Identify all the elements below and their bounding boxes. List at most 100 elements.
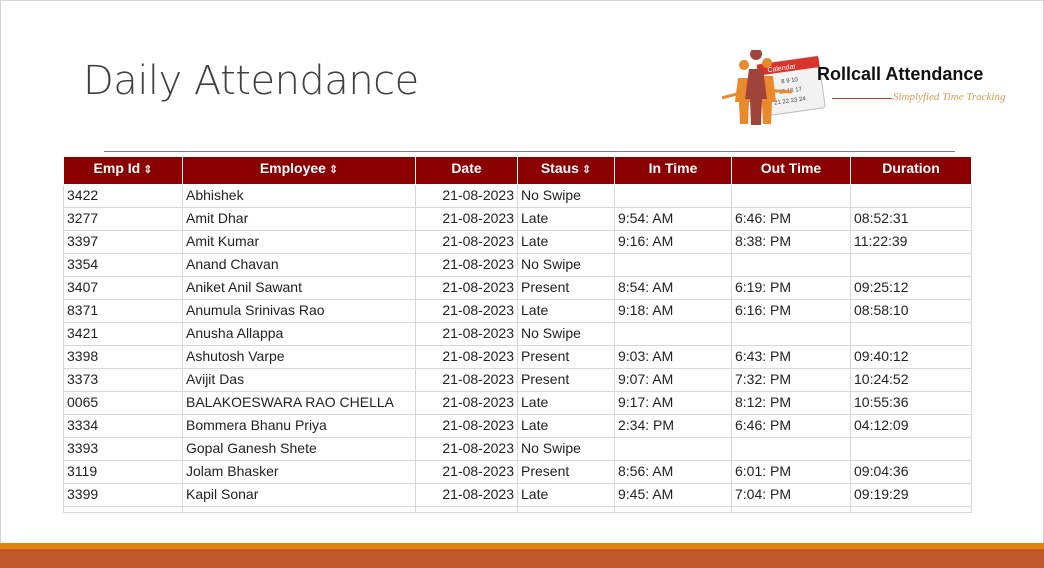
cell-in-time: [614, 253, 732, 277]
table-row: 3422 Abhishek 21-08-2023 No Swipe: [63, 184, 972, 208]
table-header-row: Emp Id ⇕ Employee ⇕ Date Staus ⇕ In Time Ou…: [63, 156, 972, 185]
cell-empty: [63, 506, 183, 513]
cell-employee: Anumula Srinivas Rao: [182, 299, 416, 323]
cell-employee: Aniket Anil Sawant: [182, 276, 416, 300]
cell-status: No Swipe: [517, 437, 615, 461]
cell-duration: 10:24:52: [850, 368, 972, 392]
cell-duration: [850, 322, 972, 346]
cell-date: 21-08-2023: [415, 414, 518, 438]
cell-duration: [850, 253, 972, 277]
cell-employee: Jolam Bhasker: [182, 460, 416, 484]
cell-status: Late: [517, 207, 615, 231]
cell-out-time: 8:38: PM: [731, 230, 851, 254]
cell-status: Present: [517, 345, 615, 369]
cell-emp-id: 3373: [63, 368, 183, 392]
cell-employee: BALAKOESWARA RAO CHELLA: [182, 391, 416, 415]
cell-status: Late: [517, 299, 615, 323]
page-title: Daily Attendance: [83, 58, 419, 104]
cell-status: Late: [517, 483, 615, 507]
cell-status: No Swipe: [517, 184, 615, 208]
cell-employee: Ashutosh Varpe: [182, 345, 416, 369]
cell-emp-id: 3422: [63, 184, 183, 208]
cell-in-time: 2:34: PM: [614, 414, 732, 438]
table-row: 0065 BALAKOESWARA RAO CHELLA 21-08-2023 Lat…: [63, 391, 972, 415]
cell-duration: 09:04:36: [850, 460, 972, 484]
cell-in-time: 9:18: AM: [614, 299, 732, 323]
cell-date: 21-08-2023: [415, 483, 518, 507]
column-header-duration: Duration: [850, 156, 972, 185]
cell-employee: Anusha Allappa: [182, 322, 416, 346]
cell-status: No Swipe: [517, 253, 615, 277]
sort-icon[interactable]: ⇕: [143, 163, 152, 176]
cell-empty: [517, 506, 615, 513]
sort-icon[interactable]: ⇕: [329, 163, 338, 176]
cell-emp-id: 3407: [63, 276, 183, 300]
cell-status: Present: [517, 460, 615, 484]
table-row: 3399 Kapil Sonar 21-08-2023 Late 9:45: AM 7:0…: [63, 483, 972, 507]
cell-out-time: 7:32: PM: [731, 368, 851, 392]
cell-emp-id: 3399: [63, 483, 183, 507]
cell-in-time: 9:17: AM: [614, 391, 732, 415]
cell-duration: 10:55:36: [850, 391, 972, 415]
cell-emp-id: 3398: [63, 345, 183, 369]
cell-duration: 09:19:29: [850, 483, 972, 507]
column-header-out-time: Out Time: [731, 156, 851, 185]
cell-duration: [850, 437, 972, 461]
table-row: 3407 Aniket Anil Sawant 21-08-2023 Present 8…: [63, 276, 972, 300]
table-row: 3421 Anusha Allappa 21-08-2023 No Swipe: [63, 322, 972, 346]
column-header-emp-id[interactable]: Emp Id ⇕: [63, 156, 183, 185]
cell-emp-id: 3334: [63, 414, 183, 438]
cell-in-time: 9:03: AM: [614, 345, 732, 369]
footer-base: [0, 549, 1044, 568]
cell-out-time: 6:19: PM: [731, 276, 851, 300]
cell-empty: [850, 506, 972, 513]
column-header-in-time: In Time: [614, 156, 732, 185]
table-row: 3119 Jolam Bhasker 21-08-2023 Present 8:56: …: [63, 460, 972, 484]
cell-duration: 08:52:31: [850, 207, 972, 231]
cell-in-time: 8:54: AM: [614, 276, 732, 300]
cell-date: 21-08-2023: [415, 207, 518, 231]
cell-employee: Avijit Das: [182, 368, 416, 392]
cell-date: 21-08-2023: [415, 184, 518, 208]
cell-empty: [614, 506, 732, 513]
cell-out-time: 6:43: PM: [731, 345, 851, 369]
table-row: 3334 Bommera Bhanu Priya 21-08-2023 Late 2:3…: [63, 414, 972, 438]
cell-duration: 04:12:09: [850, 414, 972, 438]
cell-out-time: [731, 437, 851, 461]
cell-in-time: [614, 322, 732, 346]
cell-out-time: 7:04: PM: [731, 483, 851, 507]
cell-in-time: 9:45: AM: [614, 483, 732, 507]
cell-in-time: [614, 437, 732, 461]
column-header-status[interactable]: Staus ⇕: [517, 156, 615, 185]
cell-empty: [731, 506, 851, 513]
cell-status: Late: [517, 391, 615, 415]
column-header-employee[interactable]: Employee ⇕: [182, 156, 416, 185]
table-row: 8371 Anumula Srinivas Rao 21-08-2023 Late 9:…: [63, 299, 972, 323]
cell-date: 21-08-2023: [415, 460, 518, 484]
cell-out-time: [731, 253, 851, 277]
cell-date: 21-08-2023: [415, 230, 518, 254]
table-row: 3277 Amit Dhar 21-08-2023 Late 9:54: AM 6:46:…: [63, 207, 972, 231]
table-row: 3397 Amit Kumar 21-08-2023 Late 9:16: AM 8:38…: [63, 230, 972, 254]
cell-in-time: 9:54: AM: [614, 207, 732, 231]
cell-in-time: 8:56: AM: [614, 460, 732, 484]
cell-date: 21-08-2023: [415, 253, 518, 277]
cell-date: 21-08-2023: [415, 345, 518, 369]
cell-date: 21-08-2023: [415, 391, 518, 415]
cell-out-time: 8:12: PM: [731, 391, 851, 415]
table-row: 3354 Anand Chavan 21-08-2023 No Swipe: [63, 253, 972, 277]
cell-emp-id: 3393: [63, 437, 183, 461]
cell-date: 21-08-2023: [415, 322, 518, 346]
cell-out-time: 6:46: PM: [731, 414, 851, 438]
cell-status: Present: [517, 368, 615, 392]
cell-status: Late: [517, 414, 615, 438]
sort-icon[interactable]: ⇕: [582, 163, 591, 176]
logo-people-calendar-icon: Calendar 8 9 10 15 16 17 21 22 23 24: [721, 48, 826, 125]
logo-divider: [832, 98, 892, 99]
cell-emp-id: 3119: [63, 460, 183, 484]
cell-employee: Anand Chavan: [182, 253, 416, 277]
cell-status: No Swipe: [517, 322, 615, 346]
cell-duration: [850, 184, 972, 208]
cell-employee: Kapil Sonar: [182, 483, 416, 507]
cell-duration: 09:40:12: [850, 345, 972, 369]
